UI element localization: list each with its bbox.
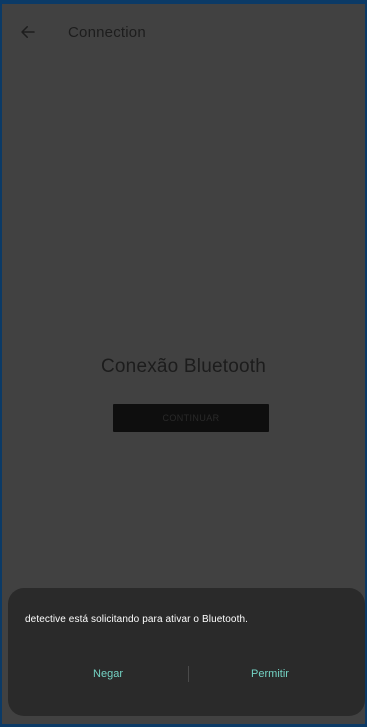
deny-button[interactable]: Negar — [68, 660, 148, 688]
dialog-actions: Negar Permitir — [8, 660, 365, 688]
page-title: Connection — [68, 23, 146, 41]
continue-button[interactable]: CONTINUAR — [113, 404, 269, 432]
bluetooth-permission-dialog: detective está solicitando para ativar o… — [8, 588, 365, 716]
back-button[interactable] — [2, 4, 56, 60]
actions-divider — [188, 666, 189, 682]
allow-button[interactable]: Permitir — [230, 660, 310, 688]
bluetooth-connection-heading: Conexão Bluetooth — [100, 356, 267, 377]
app-bar: Connection — [2, 4, 365, 60]
dialog-message: detective está solicitando para ativar o… — [25, 614, 249, 625]
device-frame: Connection Conexão Bluetooth CONTINUAR d… — [0, 0, 367, 727]
arrow-left-icon — [21, 26, 35, 38]
